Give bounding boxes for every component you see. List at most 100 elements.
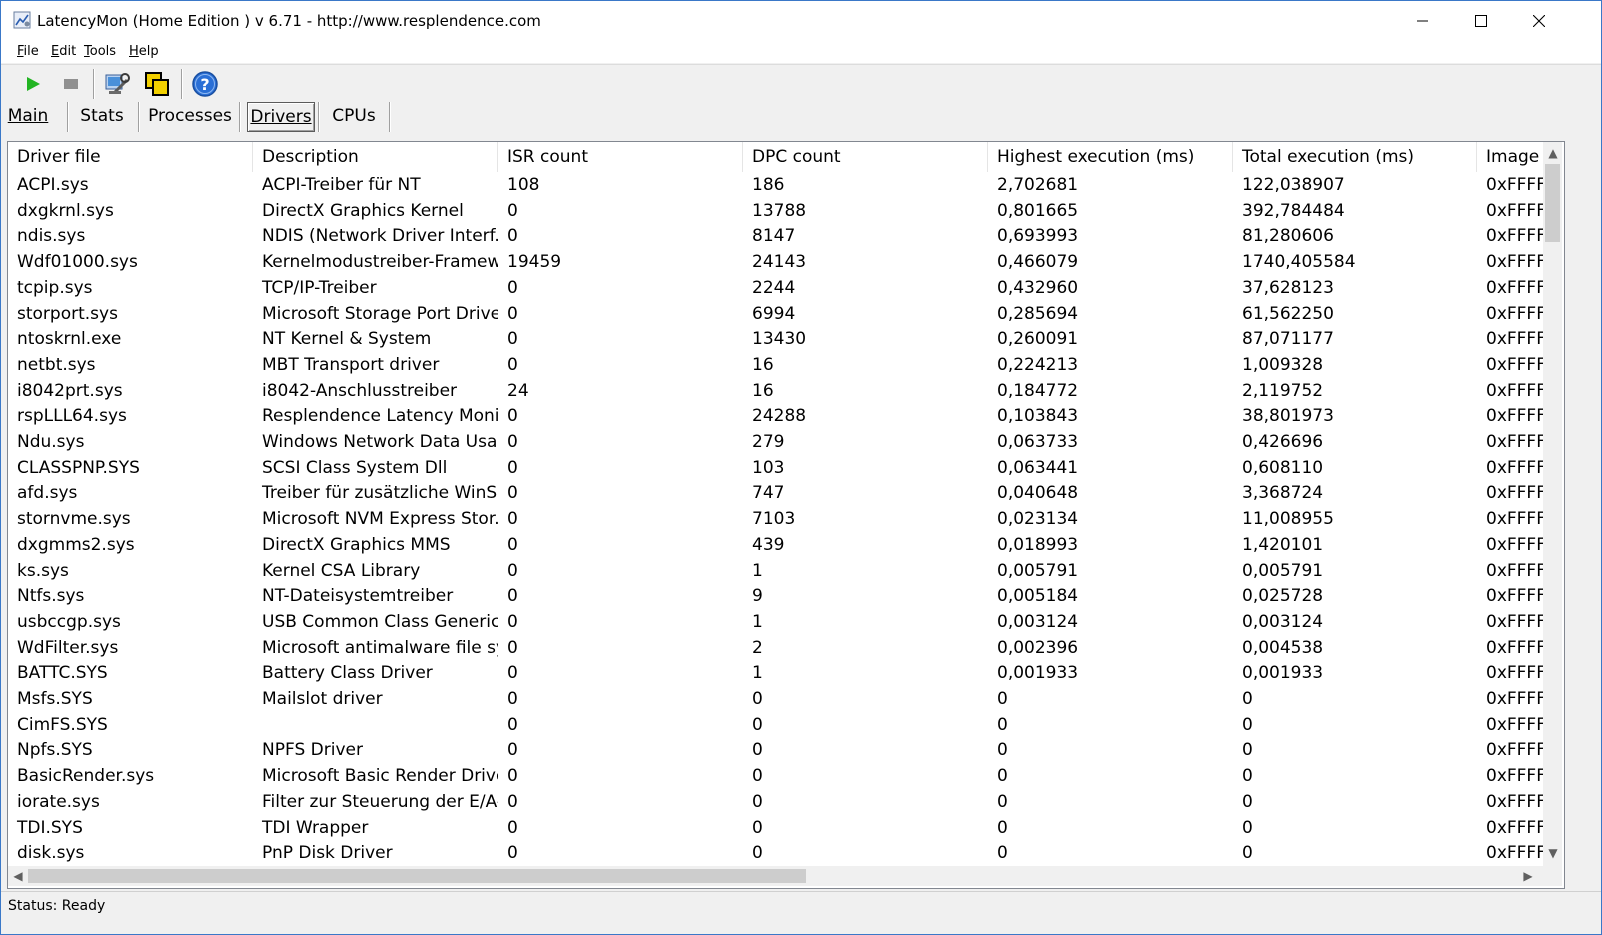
cell-highest-execution: 0,184772: [997, 380, 1079, 401]
minimize-button[interactable]: [1394, 1, 1452, 41]
close-button[interactable]: [1510, 1, 1568, 41]
help-button[interactable]: ?: [190, 69, 220, 99]
menu-edit[interactable]: Edit: [51, 44, 76, 60]
table-row[interactable]: CLASSPNP.SYS SCSI Class System Dll 0 103 0,0…: [8, 455, 1544, 481]
cell-isr-count: 0: [507, 740, 518, 761]
cell-total-execution: 38,801973: [1242, 406, 1334, 427]
cell-total-execution: 61,562250: [1242, 303, 1334, 324]
toolbar-separator: [93, 69, 95, 99]
table-row[interactable]: iorate.sys Filter zur Steuerung der E/A-.…: [8, 789, 1544, 815]
latencymon-app-icon: [13, 11, 31, 29]
table-row[interactable]: TDI.SYS TDI Wrapper 0 0 0 0 0xFFFF: [8, 815, 1544, 841]
table-row[interactable]: ntoskrnl.exe NT Kernel & System 0 13430 0,26…: [8, 326, 1544, 352]
column-header-dpc-count[interactable]: DPC count: [743, 142, 988, 172]
copy-window-button[interactable]: [142, 69, 172, 99]
cell-highest-execution: 0,103843: [997, 406, 1079, 427]
cell-highest-execution: 0,224213: [997, 354, 1079, 375]
column-header-highest-execution[interactable]: Highest execution (ms): [988, 142, 1233, 172]
table-row[interactable]: Msfs.SYS Mailslot driver 0 0 0 0 0xFFFF: [8, 686, 1544, 712]
cell-image-base: 0xFFFF: [1486, 483, 1544, 504]
cell-highest-execution: 0,005184: [997, 586, 1079, 607]
cell-highest-execution: 0,466079: [997, 252, 1079, 273]
tab-main[interactable]: Main: [5, 102, 51, 130]
tab-cpus[interactable]: CPUs: [327, 102, 381, 130]
vertical-scroll-thumb[interactable]: [1545, 164, 1560, 242]
table-row[interactable]: BATTC.SYS Battery Class Driver 0 1 0,001933 0…: [8, 660, 1544, 686]
cell-driver-file: CimFS.SYS: [17, 714, 108, 735]
scroll-left-icon[interactable]: ◀: [10, 868, 26, 884]
table-row[interactable]: netbt.sys MBT Transport driver 0 16 0,224213…: [8, 352, 1544, 378]
horizontal-scroll-thumb[interactable]: [28, 869, 806, 883]
tab-separator: [318, 102, 320, 132]
cell-highest-execution: 0,693993: [997, 226, 1079, 247]
table-row[interactable]: Ndu.sys Windows Network Data Usa... 0 279 0,…: [8, 429, 1544, 455]
cell-image-base: 0xFFFF: [1486, 175, 1544, 195]
maximize-button[interactable]: [1452, 1, 1510, 41]
cell-dpc-count: 747: [752, 483, 785, 504]
table-row[interactable]: CimFS.SYS 0 0 0 0 0xFFFF: [8, 712, 1544, 738]
tab-stats-label: Stats: [80, 106, 124, 126]
table-row[interactable]: afd.sys Treiber für zusätzliche WinS... 0 7…: [8, 480, 1544, 506]
cell-image-base: 0xFFFF: [1486, 252, 1544, 273]
table-row[interactable]: dxgmms2.sys DirectX Graphics MMS 0 439 0,018…: [8, 532, 1544, 558]
column-header-description[interactable]: Description: [253, 142, 498, 172]
horizontal-scrollbar[interactable]: ◀ ▶: [8, 866, 1562, 886]
column-header-driver-file[interactable]: Driver file: [8, 142, 253, 172]
column-header-isr-count[interactable]: ISR count: [498, 142, 743, 172]
table-row[interactable]: stornvme.sys Microsoft NVM Express Stor..…: [8, 506, 1544, 532]
table-row[interactable]: dxgkrnl.sys DirectX Graphics Kernel 0 13788…: [8, 198, 1544, 224]
cell-driver-file: disk.sys: [17, 843, 85, 864]
cell-isr-count: 0: [507, 689, 518, 709]
cell-dpc-count: 7103: [752, 509, 796, 530]
cell-highest-execution: 0: [997, 843, 1008, 864]
cell-image-base: 0xFFFF: [1486, 457, 1544, 478]
title-bar[interactable]: LatencyMon (Home Edition ) v 6.71 - http…: [1, 1, 1601, 41]
cell-dpc-count: 0: [752, 817, 763, 838]
cell-highest-execution: 0,005791: [997, 560, 1079, 581]
cell-total-execution: 0,426696: [1242, 432, 1324, 452]
stop-icon: [64, 79, 78, 89]
cell-driver-file: iorate.sys: [17, 791, 100, 812]
menu-help[interactable]: Help: [129, 44, 159, 60]
vertical-scrollbar[interactable]: ▲ ▼: [1543, 142, 1562, 866]
table-row[interactable]: Ntfs.sys NT-Dateisystemtreiber 0 9 0,005184 0…: [8, 583, 1544, 609]
table-row[interactable]: ACPI.sys ACPI-Treiber für NT 108 186 2,70268…: [8, 172, 1544, 198]
tab-stats[interactable]: Stats: [76, 102, 128, 130]
scroll-right-icon[interactable]: ▶: [1520, 868, 1536, 884]
tab-processes[interactable]: Processes: [147, 102, 233, 130]
cell-dpc-count: 439: [752, 534, 785, 555]
table-row[interactable]: ks.sys Kernel CSA Library 0 1 0,005791 0,0057…: [8, 558, 1544, 584]
tab-cpus-label: CPUs: [332, 106, 376, 126]
start-button[interactable]: [18, 69, 48, 99]
table-row[interactable]: Wdf01000.sys Kernelmodustreiber-Framew...…: [8, 249, 1544, 275]
cell-driver-file: stornvme.sys: [17, 509, 131, 530]
table-row[interactable]: WdFilter.sys Microsoft antimalware file s…: [8, 635, 1544, 661]
cell-total-execution: 0,004538: [1242, 637, 1324, 658]
table-row[interactable]: BasicRender.sys Microsoft Basic Render Dr…: [8, 763, 1544, 789]
cell-description: Filter zur Steuerung der E/A-...: [262, 791, 498, 812]
tab-drivers[interactable]: Drivers: [247, 102, 315, 132]
table-row[interactable]: storport.sys Microsoft Storage Port Drive…: [8, 301, 1544, 327]
cell-isr-count: 0: [507, 766, 518, 787]
cell-highest-execution: 0,432960: [997, 277, 1079, 298]
system-info-button[interactable]: [102, 69, 132, 99]
scroll-up-icon[interactable]: ▲: [1545, 145, 1561, 161]
table-row[interactable]: ndis.sys NDIS (Network Driver Interf... 0 8…: [8, 223, 1544, 249]
table-row[interactable]: disk.sys PnP Disk Driver 0 0 0 0 0xFFFF: [8, 840, 1544, 866]
table-row[interactable]: usbccgp.sys USB Common Class Generic ... 0…: [8, 609, 1544, 635]
menu-tools[interactable]: Tools: [84, 44, 116, 60]
column-header-total-execution[interactable]: Total execution (ms): [1233, 142, 1477, 172]
stop-button[interactable]: [56, 69, 86, 99]
cell-driver-file: dxgmms2.sys: [17, 534, 135, 555]
table-row[interactable]: tcpip.sys TCP/IP-Treiber 0 2244 0,432960 37,6…: [8, 275, 1544, 301]
cell-description: MBT Transport driver: [262, 354, 440, 375]
cell-dpc-count: 8147: [752, 226, 796, 247]
drivers-list[interactable]: Driver file Description ISR count DPC co…: [7, 141, 1565, 889]
table-row[interactable]: rspLLL64.sys Resplendence Latency Monit..…: [8, 403, 1544, 429]
cell-dpc-count: 0: [752, 843, 763, 864]
scroll-down-icon[interactable]: ▼: [1545, 845, 1561, 861]
menu-file[interactable]: File: [17, 44, 39, 60]
cell-description: Kernel CSA Library: [262, 560, 421, 581]
table-row[interactable]: Npfs.SYS NPFS Driver 0 0 0 0 0xFFFF: [8, 737, 1544, 763]
table-row[interactable]: i8042prt.sys i8042-Anschlusstreiber 24 16 0,…: [8, 378, 1544, 404]
